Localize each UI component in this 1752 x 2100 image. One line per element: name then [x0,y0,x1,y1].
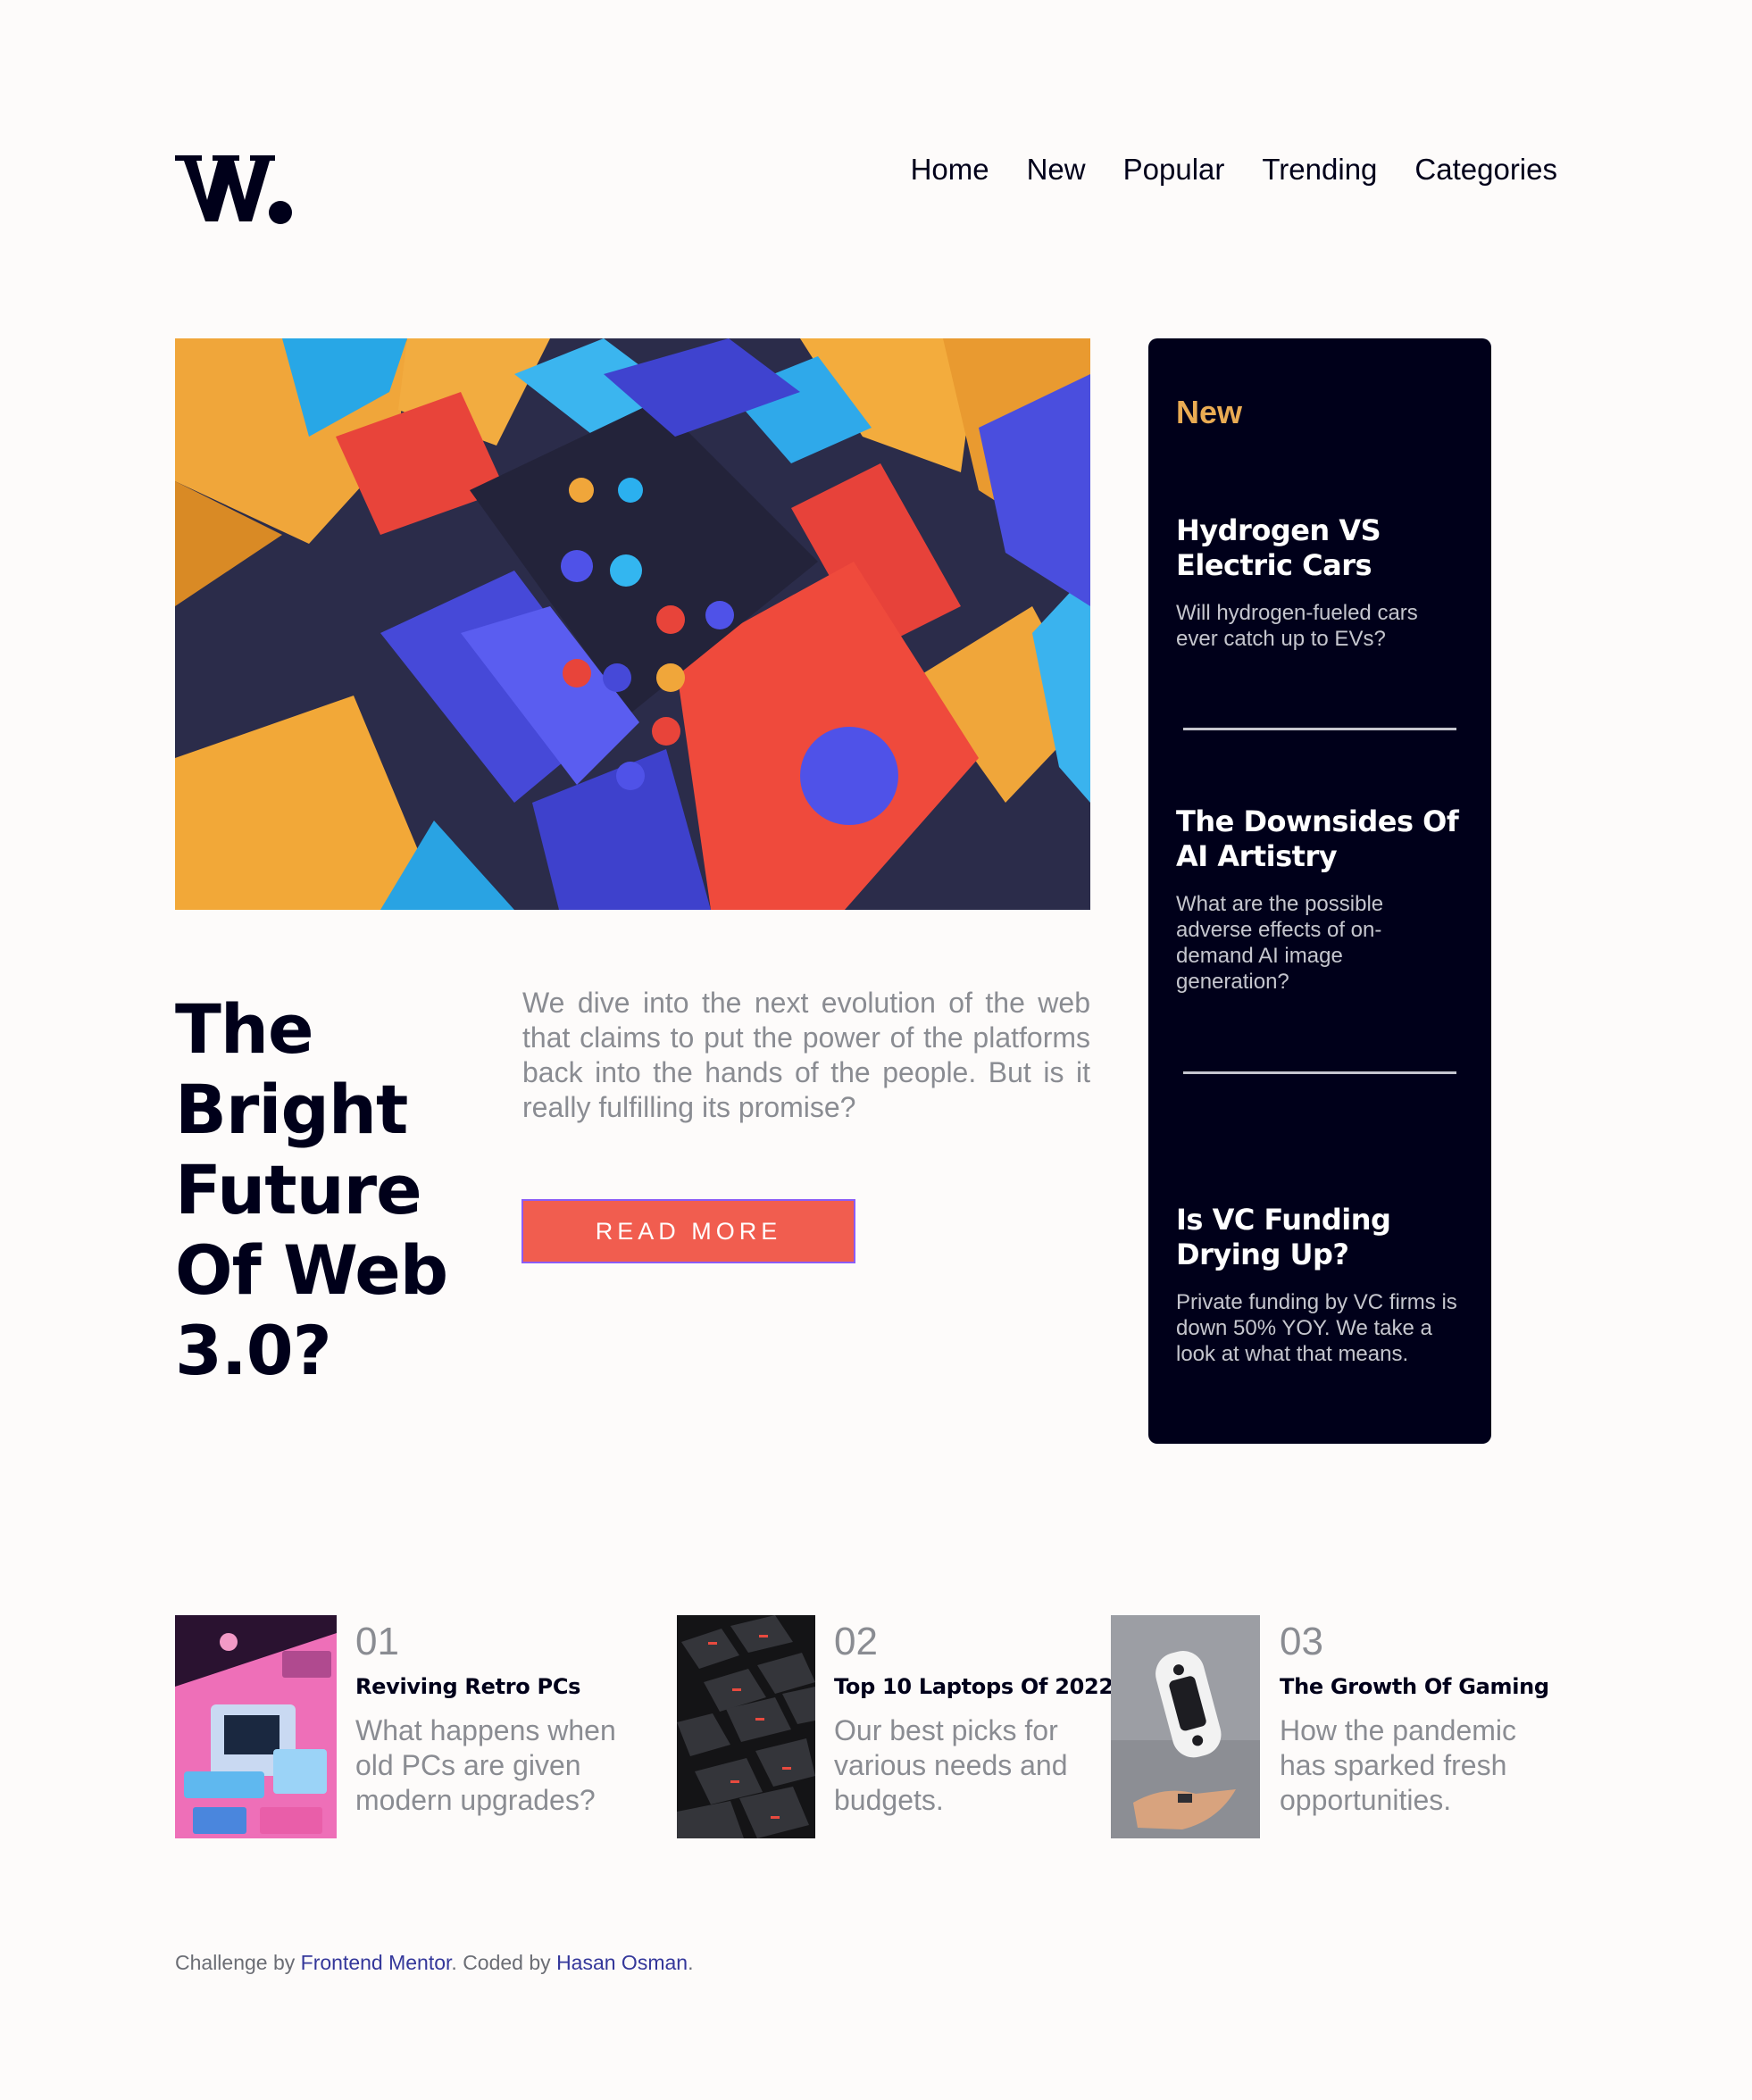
nav-popular[interactable]: Popular [1123,150,1225,189]
footer-middle: . Coded by [451,1951,551,1974]
card-desc: How the pandemic has sparked fresh oppor… [1280,1714,1517,1816]
author-link[interactable]: Hasan Osman [556,1951,688,1974]
card-number: 03 [1280,1620,1323,1663]
laptops-thumbnail[interactable] [677,1615,815,1838]
hero-image [175,338,1090,910]
card-desc: Our best picks for various needs and bud… [834,1714,1068,1816]
read-more-button[interactable]: READ MORE [521,1199,855,1263]
footer-prefix: Challenge by [175,1951,296,1974]
new-item-title[interactable]: The Downsides Of AI Artistry [1176,804,1484,874]
divider [1183,1071,1456,1074]
article-card[interactable]: 02 Top 10 Laptops Of 2022 Our best picks… [677,1615,1114,1838]
card-title[interactable]: Top 10 Laptops Of 2022 [834,1673,1114,1700]
new-item-desc: Private funding by VC firms is down 50% … [1176,1290,1457,1366]
retro-pcs-thumbnail[interactable] [175,1615,337,1838]
new-item[interactable]: Hydrogen VS Electric Cars Will hydrogen-… [1176,513,1484,652]
article-card[interactable]: 03 The Growth Of Gaming How the pandemic… [1111,1615,1549,1838]
card-title[interactable]: The Growth Of Gaming [1280,1673,1549,1700]
divider [1183,728,1456,730]
new-item[interactable]: The Downsides Of AI Artistry What are th… [1176,804,1484,995]
new-item-desc: Will hydrogen-fueled cars ever catch up … [1176,601,1418,651]
frontend-mentor-link[interactable]: Frontend Mentor [301,1951,452,1974]
article-card[interactable]: 01 Reviving Retro PCs What happens when … [175,1615,639,1838]
new-item-title[interactable]: Is VC Funding Drying Up? [1176,1203,1484,1272]
gaming-thumbnail[interactable] [1111,1615,1260,1838]
nav-trending[interactable]: Trending [1262,150,1377,189]
stray-character: ; [1147,1096,1154,1124]
card-desc: What happens when old PCs are given mode… [355,1714,616,1816]
main-nav: Home New Popular Trending Categories [911,150,1557,189]
site-logo[interactable] [175,150,293,227]
new-item[interactable]: Is VC Funding Drying Up? Private funding… [1176,1203,1484,1367]
footer-attribution: Challenge by Frontend Mentor. Coded by H… [175,1951,693,1975]
card-title[interactable]: Reviving Retro PCs [355,1673,580,1700]
card-number: 02 [834,1620,878,1663]
new-item-desc: What are the possible adverse effects of… [1176,892,1384,994]
nav-home[interactable]: Home [911,150,989,189]
nav-categories[interactable]: Categories [1414,150,1557,189]
new-articles-panel: New Hydrogen VS Electric Cars Will hydro… [1148,338,1491,1444]
new-heading: New [1176,394,1243,430]
new-item-title[interactable]: Hydrogen VS Electric Cars [1176,513,1484,583]
card-number: 01 [355,1620,399,1663]
footer-suffix: . [688,1951,694,1974]
nav-new[interactable]: New [1027,150,1086,189]
hero-description: We dive into the next evolution of the w… [522,987,1090,1123]
hero-title: The Bright Future Of Web 3.0? [175,989,448,1390]
